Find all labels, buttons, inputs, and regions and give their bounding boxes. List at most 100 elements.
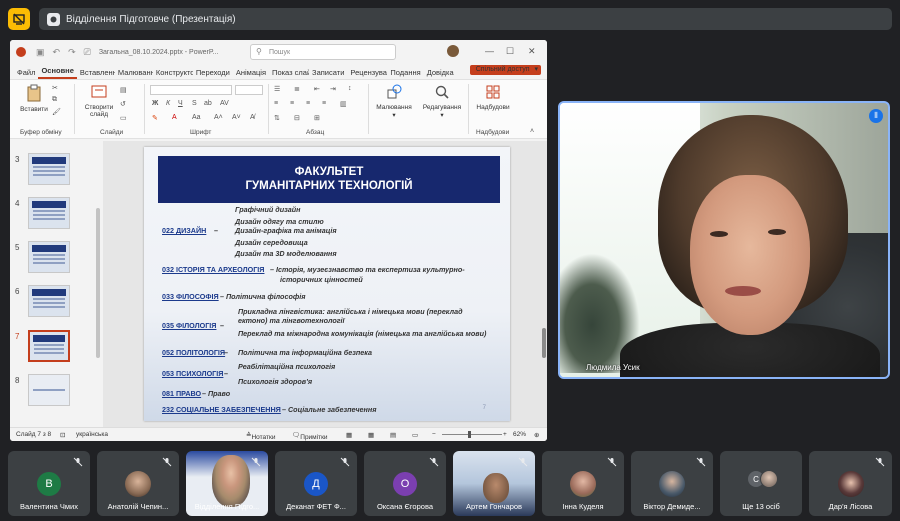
save-icon[interactable]: ▣ xyxy=(36,47,45,58)
text-direction-icon[interactable]: ⇅ xyxy=(274,114,280,122)
shrink-font-icon[interactable]: A˅ xyxy=(232,114,241,121)
fit-slide-icon[interactable]: ⊕ xyxy=(534,431,539,439)
reset-icon[interactable]: ↺ xyxy=(120,100,126,108)
powerpoint-logo-icon xyxy=(16,47,26,57)
tab-home[interactable]: Основне xyxy=(38,66,77,79)
underline-icon[interactable]: Ч xyxy=(178,100,183,107)
undo-icon[interactable]: ↶ xyxy=(53,47,61,58)
font-size-field[interactable] xyxy=(235,85,263,95)
font-name-field[interactable] xyxy=(150,85,232,95)
slideshow-view-icon[interactable]: ▭ xyxy=(412,431,418,439)
bold-icon[interactable]: Ж xyxy=(152,100,158,107)
tab-view[interactable]: Подання xyxy=(387,68,423,79)
shadow-icon[interactable]: S xyxy=(192,100,197,107)
highlight-icon[interactable]: ✎ xyxy=(152,114,158,122)
present-icon[interactable]: ⎚ xyxy=(84,47,91,58)
editing-button[interactable]: Редагування ▾ xyxy=(420,84,464,119)
participant-tile[interactable]: Віктор Демиде... xyxy=(631,451,713,516)
participant-tile[interactable]: Відділення Підго... xyxy=(186,451,268,516)
columns-icon[interactable]: ▥ xyxy=(340,100,347,108)
close-icon[interactable]: ✕ xyxy=(528,46,536,57)
outdent-icon[interactable]: ⇥ xyxy=(330,85,336,93)
more-participants-tile[interactable]: С Ще 13 осіб xyxy=(720,451,802,516)
slide-scrollbar[interactable] xyxy=(541,148,547,418)
speaker-video-tile[interactable]: ⦀ Людмила Усик xyxy=(558,101,890,379)
presentation-icon[interactable] xyxy=(8,8,30,30)
tab-help[interactable]: Довідка xyxy=(424,68,457,79)
tab-draw[interactable]: Малювання xyxy=(115,68,153,79)
zoom-slider[interactable] xyxy=(442,434,502,435)
align-right-icon[interactable]: ≡ xyxy=(306,100,310,107)
reading-view-icon[interactable]: ▤ xyxy=(390,431,396,439)
numbering-icon[interactable]: ≣ xyxy=(294,85,300,93)
slide-thumbnail[interactable]: 5 xyxy=(10,241,90,277)
tab-record[interactable]: Записати xyxy=(309,68,347,79)
align-left-icon[interactable]: ≡ xyxy=(274,100,278,107)
participant-tile[interactable]: В Валентина Чмих xyxy=(8,451,90,516)
slide-thumbnail[interactable]: 6 xyxy=(10,285,90,321)
font-color-icon[interactable]: A xyxy=(172,114,177,121)
line-spacing-icon[interactable]: ↕ xyxy=(348,85,352,92)
tab-transitions[interactable]: Переходи xyxy=(193,68,233,79)
notes-button[interactable]: ≙ Нотатки xyxy=(246,431,275,441)
presentation-title-pill[interactable]: Відділення Підготовче (Презентація) xyxy=(39,8,892,30)
participant-tile[interactable]: Артем Гончаров xyxy=(453,451,535,516)
normal-view-icon[interactable]: ▦ xyxy=(346,431,352,439)
participant-tile[interactable]: О Оксана Єгорова xyxy=(364,451,446,516)
bullets-icon[interactable]: ☰ xyxy=(274,85,280,93)
current-slide[interactable]: ФАКУЛЬТЕТ ГУМАНІТАРНИХ ТЕХНОЛОГІЙ Графіч… xyxy=(144,147,510,421)
comments-button[interactable]: 🗨 Примітки xyxy=(292,431,328,441)
participant-tile[interactable]: Анатолій Чепин... xyxy=(97,451,179,516)
case-icon[interactable]: Aa xyxy=(192,114,201,121)
tab-design[interactable]: Конструктор xyxy=(153,68,193,79)
justify-icon[interactable]: ≡ xyxy=(322,100,326,107)
paste-button[interactable]: Вставити xyxy=(18,84,50,113)
slide-thumbnail[interactable]: 4 xyxy=(10,197,90,233)
spacing-icon[interactable]: AV xyxy=(220,100,229,107)
collapse-ribbon-icon[interactable]: ˄ xyxy=(530,128,534,135)
redo-icon[interactable]: ↷ xyxy=(68,47,76,58)
smartart-icon[interactable]: ⊞ xyxy=(314,114,320,122)
participant-tile[interactable]: Дар'я Лісова xyxy=(809,451,892,516)
ppt-status-bar: Слайд 7 з 8 ⊡ українська ≙ Нотатки 🗨 При… xyxy=(10,427,547,441)
tab-animations[interactable]: Анімація xyxy=(233,68,269,79)
align-center-icon[interactable]: ≡ xyxy=(290,100,294,107)
minimize-icon[interactable]: — xyxy=(485,46,494,56)
zoom-in-icon[interactable]: + xyxy=(503,431,507,438)
tab-slideshow[interactable]: Показ слайдів xyxy=(269,68,309,79)
cut-icon[interactable]: ✂ xyxy=(52,84,58,92)
zoom-slider-thumb[interactable] xyxy=(468,431,471,438)
user-avatar[interactable] xyxy=(447,45,459,57)
search-box[interactable]: ⚲ Пошук xyxy=(250,44,396,60)
indent-icon[interactable]: ⇤ xyxy=(314,85,320,93)
new-slide-button[interactable]: Створити слайд xyxy=(80,84,118,118)
italic-icon[interactable]: К xyxy=(166,100,170,107)
maximize-icon[interactable]: ☐ xyxy=(506,46,514,57)
slide-sorter-icon[interactable]: ▦ xyxy=(368,431,374,439)
participant-tile[interactable]: Д Деканат ФЕТ Ф... xyxy=(275,451,357,516)
strike-icon[interactable]: ab xyxy=(204,100,212,107)
drawing-button[interactable]: Малювання ▾ xyxy=(372,84,416,119)
slide-thumbnail[interactable]: 8 xyxy=(10,374,90,410)
tab-file[interactable]: Файл xyxy=(14,68,38,79)
copy-icon[interactable]: ⧉ xyxy=(52,96,57,104)
slide-thumbnail[interactable]: 3 xyxy=(10,153,90,189)
grow-font-icon[interactable]: A˄ xyxy=(214,114,223,121)
align-text-icon[interactable]: ⊟ xyxy=(294,114,300,122)
participant-tile[interactable]: Інна Куделя xyxy=(542,451,624,516)
zoom-out-icon[interactable]: − xyxy=(432,431,436,438)
addins-button[interactable]: Надбудови xyxy=(472,84,514,111)
slide-title: ФАКУЛЬТЕТ ГУМАНІТАРНИХ ТЕХНОЛОГІЙ xyxy=(158,156,500,203)
clear-format-icon[interactable]: A̸ xyxy=(250,114,255,121)
share-button[interactable]: Спільний доступ ▾ xyxy=(469,65,541,75)
participant-avatar: В xyxy=(37,472,61,496)
slide-thumbnail-selected[interactable]: 7 xyxy=(10,330,90,366)
layout-icon[interactable]: ▤ xyxy=(120,86,127,94)
tab-insert[interactable]: Вставлення xyxy=(77,68,115,79)
format-painter-icon[interactable]: 🖌 xyxy=(52,108,61,116)
slide-number: 6 xyxy=(15,287,20,296)
thumbnail-scrollbar[interactable] xyxy=(95,148,101,418)
section-icon[interactable]: ▭ xyxy=(120,114,127,122)
tab-review[interactable]: Рецензування xyxy=(347,68,387,79)
accessibility-icon[interactable]: ⊡ xyxy=(60,431,65,439)
